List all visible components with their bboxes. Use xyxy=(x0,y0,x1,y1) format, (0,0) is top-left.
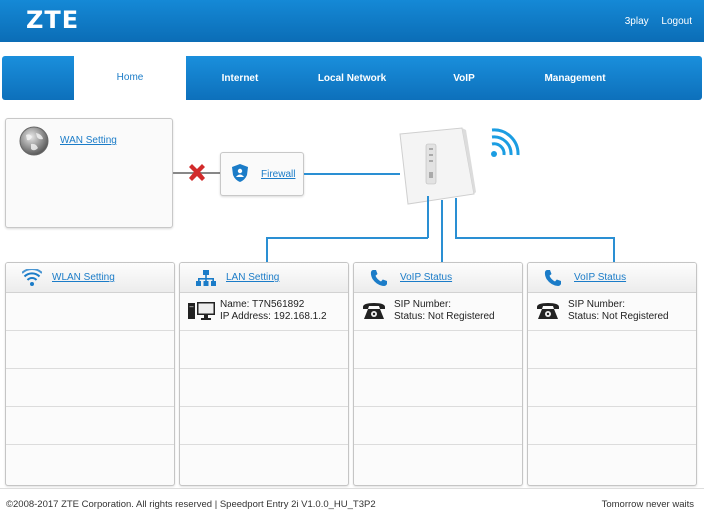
lan-device-name: Name: T7N561892 xyxy=(220,299,305,310)
wifi-signal-icon xyxy=(491,128,520,157)
list-item xyxy=(180,445,348,483)
main-navigation: Home Internet Local Network VoIP Managem… xyxy=(2,55,702,101)
list-item xyxy=(354,369,522,407)
tab-management[interactable]: Management xyxy=(530,56,620,100)
shield-icon xyxy=(232,164,248,182)
globe-icon xyxy=(19,126,49,156)
lan-device-row: Name: T7N561892 IP Address: 192.168.1.2 xyxy=(180,293,348,331)
wlan-setting-link[interactable]: WLAN Setting xyxy=(52,272,115,283)
voip-line-info: SIP Number: Status: Not Registered xyxy=(568,299,669,323)
top-header: ZTE 3play Logout xyxy=(0,0,704,42)
disconnected-x-icon xyxy=(189,164,205,181)
list-item xyxy=(6,293,174,331)
voip-status-link[interactable]: VoIP Status xyxy=(400,272,452,283)
lan-panel: LAN Setting Name: T7N561892 IP Address: … xyxy=(179,262,349,486)
router-branch-line xyxy=(266,237,268,262)
router-branch-line xyxy=(455,198,457,238)
network-icon xyxy=(196,270,216,286)
footer: ©2008-2017 ZTE Corporation. All rights r… xyxy=(0,488,704,514)
router-branch-line xyxy=(455,237,615,239)
wan-panel: WAN Setting xyxy=(5,118,173,228)
wlan-panel: WLAN Setting xyxy=(5,262,175,486)
sip-number: SIP Number: xyxy=(568,299,626,310)
tagline-text: Tomorrow never waits xyxy=(601,499,694,510)
list-item xyxy=(180,369,348,407)
list-item xyxy=(528,445,696,483)
list-item xyxy=(6,369,174,407)
firewall-link[interactable]: Firewall xyxy=(261,169,295,180)
phone-icon xyxy=(544,270,561,286)
telephone-icon xyxy=(537,303,559,319)
tab-voip[interactable]: VoIP xyxy=(432,56,496,100)
voip-status-link[interactable]: VoIP Status xyxy=(574,272,626,283)
list-item xyxy=(354,331,522,369)
registration-status: Status: Not Registered xyxy=(568,311,669,322)
lan-panel-header: LAN Setting xyxy=(180,263,348,293)
router-branch-line xyxy=(266,237,428,239)
firewall-router-line xyxy=(304,173,400,175)
wlan-panel-header: WLAN Setting xyxy=(6,263,174,293)
list-item xyxy=(180,331,348,369)
list-item xyxy=(354,407,522,445)
list-item xyxy=(528,407,696,445)
list-item xyxy=(6,445,174,483)
zte-logo: ZTE xyxy=(26,6,80,34)
lan-setting-link[interactable]: LAN Setting xyxy=(226,272,279,283)
tab-local-network[interactable]: Local Network xyxy=(302,56,402,100)
list-item xyxy=(354,445,522,483)
list-item xyxy=(528,331,696,369)
lan-device-ip: IP Address: 192.168.1.2 xyxy=(220,311,327,322)
voip-line-row: SIP Number: Status: Not Registered xyxy=(528,293,696,331)
telephone-icon xyxy=(363,303,385,319)
router-image xyxy=(399,127,476,205)
copyright-text: ©2008-2017 ZTE Corporation. All rights r… xyxy=(6,499,376,510)
firewall-panel: Firewall xyxy=(220,152,304,196)
logout-link[interactable]: Logout xyxy=(661,16,692,27)
voip-panel-header: VoIP Status xyxy=(354,263,522,293)
voip-panel-2: VoIP Status SIP Number: Status: Not Regi… xyxy=(527,262,697,486)
user-link[interactable]: 3play xyxy=(625,16,649,27)
wifi-icon xyxy=(22,269,42,286)
sip-number: SIP Number: xyxy=(394,299,452,310)
list-item xyxy=(528,369,696,407)
voip-line-info: SIP Number: Status: Not Registered xyxy=(394,299,495,323)
phone-icon xyxy=(370,270,387,286)
registration-status: Status: Not Registered xyxy=(394,311,495,322)
router-branch-line xyxy=(613,237,615,262)
computer-icon xyxy=(188,302,215,320)
router-branch-line xyxy=(441,200,443,262)
header-links: 3play Logout xyxy=(615,16,692,27)
list-item xyxy=(180,407,348,445)
tab-internet[interactable]: Internet xyxy=(198,56,282,100)
voip-panel-header: VoIP Status xyxy=(528,263,696,293)
wan-setting-link[interactable]: WAN Setting xyxy=(60,135,117,146)
router-branch-line xyxy=(427,196,429,238)
voip-line-row: SIP Number: Status: Not Registered xyxy=(354,293,522,331)
list-item xyxy=(6,331,174,369)
list-item xyxy=(6,407,174,445)
lan-device-info: Name: T7N561892 IP Address: 192.168.1.2 xyxy=(220,299,327,323)
voip-panel-1: VoIP Status SIP Number: Status: Not Regi… xyxy=(353,262,523,486)
tab-home[interactable]: Home xyxy=(74,55,186,101)
